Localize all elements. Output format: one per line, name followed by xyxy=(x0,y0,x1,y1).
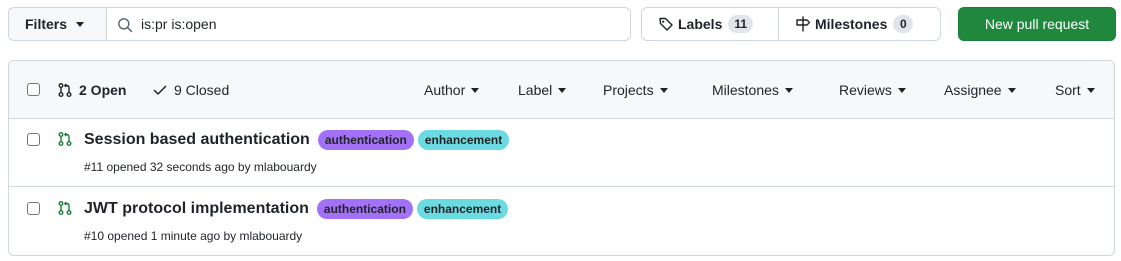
projects-filter-label: Projects xyxy=(603,82,654,98)
pr-title-line: JWT protocol implementation authenticati… xyxy=(84,198,509,220)
filters-button-label: Filters xyxy=(25,16,68,32)
sort-filter[interactable]: Sort xyxy=(1055,80,1095,100)
projects-filter[interactable]: Projects xyxy=(603,80,668,100)
caret-down-icon xyxy=(76,22,85,27)
milestones-button[interactable]: Milestones 0 xyxy=(778,7,941,41)
author-filter-label: Author xyxy=(424,82,466,98)
caret-down-icon xyxy=(558,88,567,93)
closed-count-label: 9 Closed xyxy=(174,82,230,98)
milestones-count-badge: 0 xyxy=(893,15,914,33)
sort-filter-label: Sort xyxy=(1055,82,1081,98)
milestones-button-label: Milestones xyxy=(815,16,888,32)
tag-icon xyxy=(659,17,673,31)
open-tab[interactable]: 2 Open xyxy=(57,80,126,100)
label-enhancement[interactable]: enhancement xyxy=(416,199,509,219)
pr-meta: #10 opened 1 minute ago by mlabouardy xyxy=(84,229,303,243)
assignee-filter[interactable]: Assignee xyxy=(944,80,1016,100)
label-authentication[interactable]: authentication xyxy=(316,199,413,219)
label-filter[interactable]: Label xyxy=(518,80,567,100)
closed-tab[interactable]: 9 Closed xyxy=(152,80,229,100)
caret-down-icon xyxy=(471,88,480,93)
search-icon xyxy=(118,18,133,33)
milestone-icon xyxy=(796,16,811,32)
select-all-checkbox[interactable] xyxy=(27,83,40,96)
check-icon xyxy=(153,85,167,95)
pull-requests-page: Filters Labels 11 Milestones 0 xyxy=(0,0,1121,261)
reviews-filter[interactable]: Reviews xyxy=(839,80,906,100)
list-item: Session based authentication authenticat… xyxy=(9,119,1114,187)
caret-down-icon xyxy=(897,88,906,93)
pull-request-list: 2 Open 9 Closed Author Label Projects Mi… xyxy=(8,60,1115,256)
pull-request-icon xyxy=(58,201,72,215)
pr-title-link[interactable]: Session based authentication xyxy=(84,131,310,149)
assignee-filter-label: Assignee xyxy=(944,82,1002,98)
row-checkbox[interactable] xyxy=(27,133,40,146)
milestones-filter[interactable]: Milestones xyxy=(712,80,793,100)
open-count-label: 2 Open xyxy=(79,82,127,98)
caret-down-icon xyxy=(784,88,793,93)
toolbar: Filters Labels 11 Milestones 0 xyxy=(8,7,1116,43)
pr-meta: #11 opened 32 seconds ago by mlabouardy xyxy=(84,160,317,174)
search-input[interactable] xyxy=(141,8,621,40)
filters-button[interactable]: Filters xyxy=(8,7,106,41)
labels-count-badge: 11 xyxy=(728,15,754,33)
new-pull-request-label: New pull request xyxy=(984,16,1090,32)
milestones-filter-label: Milestones xyxy=(712,82,779,98)
row-checkbox[interactable] xyxy=(27,202,40,215)
list-header: 2 Open 9 Closed Author Label Projects Mi… xyxy=(9,61,1114,119)
caret-down-icon xyxy=(659,88,668,93)
author-filter[interactable]: Author xyxy=(424,80,480,100)
labels-button-label: Labels xyxy=(678,16,723,32)
caret-down-icon xyxy=(1086,88,1095,93)
label-enhancement[interactable]: enhancement xyxy=(417,130,510,150)
label-authentication[interactable]: authentication xyxy=(317,130,414,150)
labels-button[interactable]: Labels 11 xyxy=(641,7,778,41)
list-item: JWT protocol implementation authenticati… xyxy=(9,188,1114,255)
pr-title-line: Session based authentication authenticat… xyxy=(84,129,510,151)
search-box xyxy=(106,7,631,41)
new-pull-request-button[interactable]: New pull request xyxy=(958,7,1116,41)
pull-request-icon xyxy=(58,132,72,146)
pull-request-icon xyxy=(58,83,72,97)
pr-title-link[interactable]: JWT protocol implementation xyxy=(84,200,309,218)
caret-down-icon xyxy=(1007,88,1016,93)
reviews-filter-label: Reviews xyxy=(839,82,892,98)
label-filter-label: Label xyxy=(518,82,553,98)
